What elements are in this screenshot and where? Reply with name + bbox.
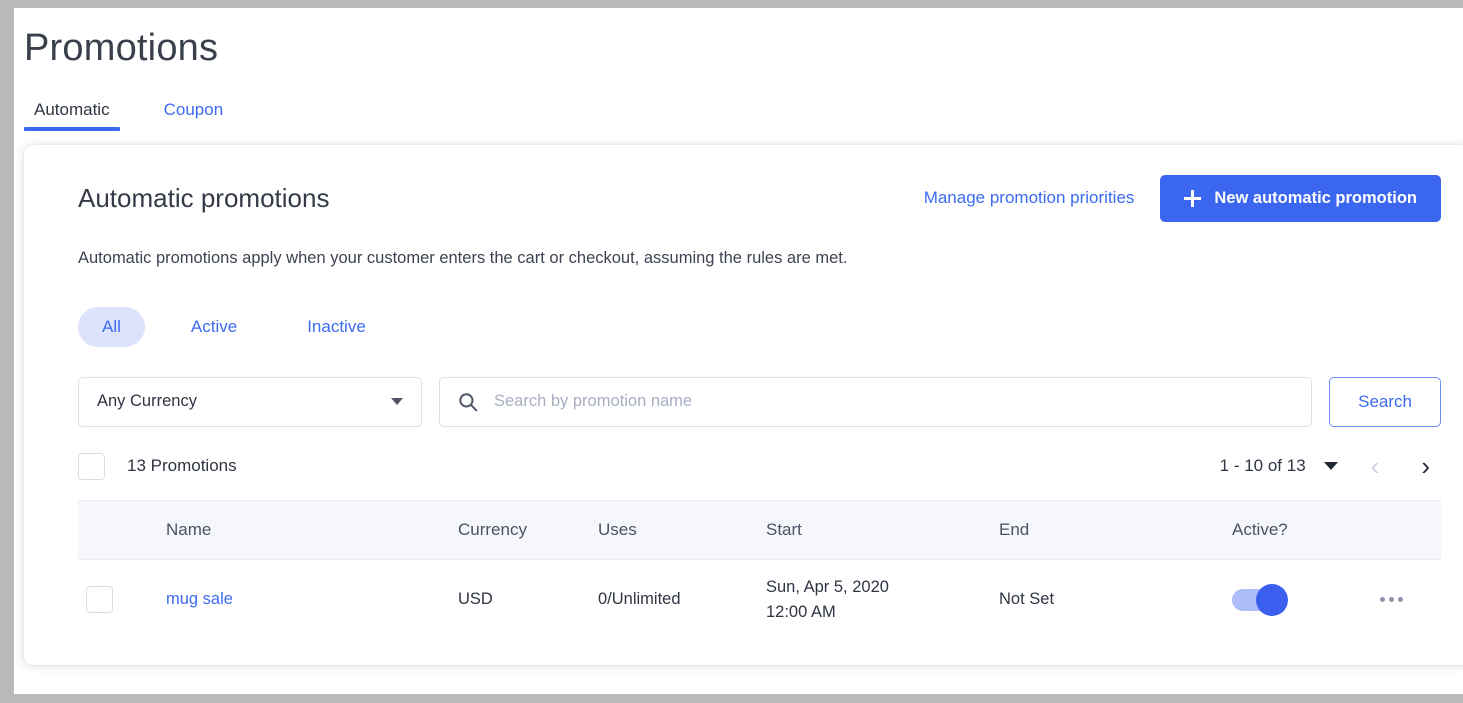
header-cell-start: Start [766, 520, 999, 540]
row-currency-cell: USD [458, 590, 598, 609]
select-all-checkbox[interactable] [78, 453, 105, 480]
card-inner: Automatic promotions Manage promotion pr… [24, 175, 1463, 640]
dot [1380, 597, 1385, 602]
tab-automatic[interactable]: Automatic [24, 100, 120, 131]
table-header-row: Name Currency Uses Start End Active? [78, 500, 1441, 560]
row-start-cell: Sun, Apr 5, 2020 12:00 AM [766, 575, 999, 625]
promotions-count: 13 Promotions [127, 456, 237, 476]
app-viewport: Promotions Automatic Coupon Automatic pr… [14, 8, 1463, 694]
row-select-checkbox[interactable] [86, 586, 113, 613]
card-container: Automatic promotions Manage promotion pr… [14, 145, 1463, 665]
active-toggle[interactable] [1232, 589, 1288, 611]
pagination: 1 - 10 of 13 ‹ › [1220, 453, 1439, 479]
tab-bar: Automatic Coupon [14, 72, 1463, 131]
pagination-prev-button[interactable]: ‹ [1362, 453, 1389, 479]
filter-pill-all-label: All [102, 317, 121, 336]
tab-coupon[interactable]: Coupon [154, 100, 234, 131]
header-cell-end: End [999, 520, 1232, 540]
row-uses-cell: 0/Unlimited [598, 590, 766, 609]
status-filter-group: All Active Inactive [78, 307, 1441, 347]
pagination-next-button[interactable]: › [1412, 453, 1439, 479]
currency-select[interactable]: Any Currency [78, 377, 422, 427]
header-cell-currency: Currency [458, 520, 598, 540]
row-active-cell [1232, 589, 1380, 611]
search-input[interactable] [492, 391, 1293, 412]
tab-automatic-label: Automatic [34, 100, 110, 119]
header-cell-uses: Uses [598, 520, 766, 540]
filter-pill-inactive[interactable]: Inactive [283, 307, 390, 347]
new-automatic-promotion-button[interactable]: New automatic promotion [1160, 175, 1441, 222]
row-more-options-icon[interactable] [1380, 597, 1463, 602]
automatic-promotions-card: Automatic promotions Manage promotion pr… [24, 145, 1463, 665]
table-row: mug sale USD 0/Unlimited Sun, Apr 5, 202… [78, 560, 1441, 640]
row-actions-cell [1380, 597, 1463, 602]
currency-select-value: Any Currency [97, 392, 197, 411]
search-row: Any Currency Search [78, 377, 1441, 427]
row-checkbox-cell [78, 586, 166, 613]
list-toolbar: 13 Promotions 1 - 10 of 13 ‹ › [78, 453, 1441, 480]
search-button[interactable]: Search [1329, 377, 1441, 427]
search-field-wrapper[interactable] [439, 377, 1312, 427]
list-toolbar-left: 13 Promotions [78, 453, 237, 480]
filter-pill-active[interactable]: Active [167, 307, 261, 347]
chevron-down-icon [391, 398, 403, 405]
header-cell-name: Name [166, 520, 458, 540]
promotion-name-link[interactable]: mug sale [166, 590, 233, 608]
row-end-cell: Not Set [999, 590, 1232, 609]
filter-pill-inactive-label: Inactive [307, 317, 366, 336]
filter-pill-active-label: Active [191, 317, 237, 336]
tab-coupon-label: Coupon [164, 100, 224, 119]
plus-icon [1184, 190, 1201, 207]
page-title: Promotions [14, 8, 1463, 72]
new-automatic-promotion-label: New automatic promotion [1214, 189, 1417, 208]
header-cell-active: Active? [1232, 520, 1380, 540]
promotions-table: Name Currency Uses Start End Active? [78, 500, 1441, 640]
card-header: Automatic promotions Manage promotion pr… [78, 175, 1441, 222]
filter-pill-all[interactable]: All [78, 307, 145, 347]
pagination-dropdown-icon[interactable] [1324, 462, 1338, 470]
row-start-date: Sun, Apr 5, 2020 [766, 575, 999, 600]
card-header-actions: Manage promotion priorities New automati… [924, 175, 1441, 222]
row-name-cell: mug sale [166, 590, 458, 609]
pagination-range: 1 - 10 of 13 [1220, 456, 1306, 476]
dot [1398, 597, 1403, 602]
dot [1389, 597, 1394, 602]
tabs-divider [14, 131, 1463, 145]
search-icon [458, 392, 478, 412]
active-toggle-knob [1256, 584, 1288, 616]
manage-promotion-priorities-link[interactable]: Manage promotion priorities [924, 188, 1135, 208]
card-description: Automatic promotions apply when your cus… [78, 249, 1441, 268]
row-start-time: 12:00 AM [766, 600, 999, 625]
card-title: Automatic promotions [78, 183, 329, 214]
